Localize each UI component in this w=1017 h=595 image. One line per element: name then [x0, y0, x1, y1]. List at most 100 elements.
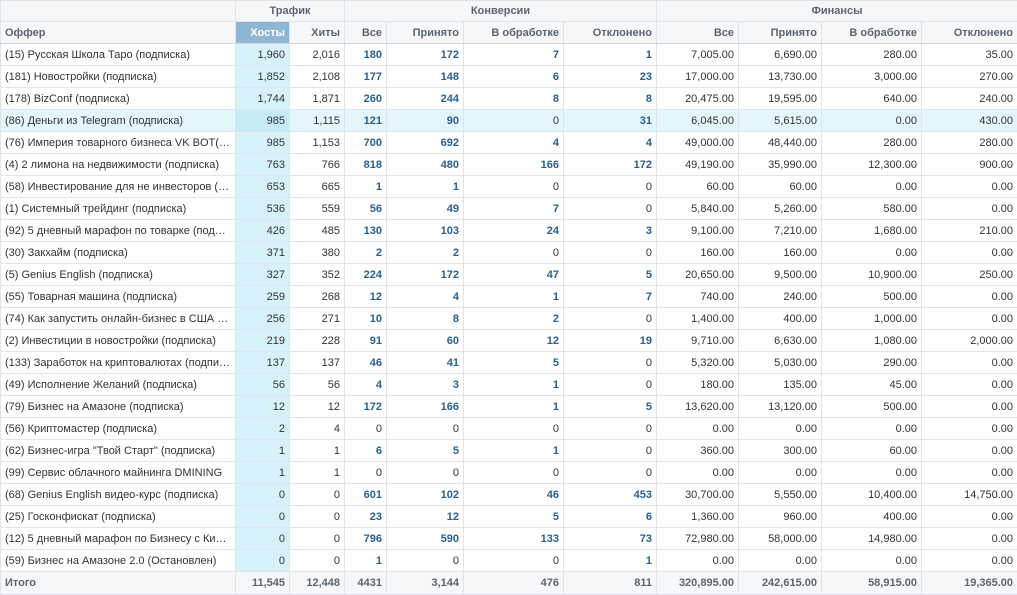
fin-all-cell: 9,710.00: [657, 330, 739, 352]
fin-pending-cell: 290.00: [822, 352, 922, 374]
table-row[interactable]: (99) Сервис облачного майнинга DMINING11…: [1, 462, 1017, 484]
conv-rejected-cell: 172: [564, 154, 657, 176]
conv-pending-cell: 133: [464, 528, 564, 550]
group-header-conversions: Конверсии: [345, 1, 657, 22]
fin-accepted-cell: 0.00: [739, 462, 822, 484]
hits-cell: 380: [290, 242, 345, 264]
table-row[interactable]: (68) Genius English видео-курс (подписка…: [1, 484, 1017, 506]
fin-accepted-cell: 60.00: [739, 176, 822, 198]
conv-accepted-cell: 3: [387, 374, 464, 396]
offer-cell: (92) 5 дневный марафон по товарке (подпи…: [1, 220, 236, 242]
table-row[interactable]: (58) Инвестирование для не инвесторов (п…: [1, 176, 1017, 198]
table-row[interactable]: (56) Криптомастер (подписка)2400000.000.…: [1, 418, 1017, 440]
conv-accepted-cell: 4: [387, 286, 464, 308]
table-row[interactable]: (62) Бизнес-игра "Твой Старт" (подписка)…: [1, 440, 1017, 462]
hosts-cell: 1: [236, 462, 290, 484]
conv-accepted-cell: 172: [387, 264, 464, 286]
conv-all-cell: 23: [345, 506, 387, 528]
table-row[interactable]: (25) Госконфискат (подписка)002312561,36…: [1, 506, 1017, 528]
hosts-cell: 985: [236, 110, 290, 132]
fin-rejected-cell: 0.00: [922, 550, 1017, 572]
conv-rejected-cell: 1: [564, 44, 657, 66]
fin-all-cell: 49,190.00: [657, 154, 739, 176]
hosts-cell: 0: [236, 528, 290, 550]
conv-accepted-cell: 148: [387, 66, 464, 88]
fin-rejected-cell: 0.00: [922, 418, 1017, 440]
conv-rejected-cell: 6: [564, 506, 657, 528]
column-header-fin-all[interactable]: Все: [657, 22, 739, 44]
totals-conv-accepted: 3,144: [387, 572, 464, 595]
column-header-conv-pending[interactable]: В обработке: [464, 22, 564, 44]
table-row[interactable]: (79) Бизнес на Амазоне (подписка)1212172…: [1, 396, 1017, 418]
offer-cell: (58) Инвестирование для не инвесторов (п…: [1, 176, 236, 198]
conv-accepted-cell: 0: [387, 462, 464, 484]
hosts-cell: 1,960: [236, 44, 290, 66]
column-header-hosts[interactable]: Хосты: [236, 22, 290, 44]
conv-all-cell: 6: [345, 440, 387, 462]
table-row[interactable]: (5) Genius English (подписка)32735222417…: [1, 264, 1017, 286]
fin-all-cell: 30,700.00: [657, 484, 739, 506]
table-row[interactable]: (74) Как запустить онлайн-бизнес в США (…: [1, 308, 1017, 330]
hits-cell: 2,108: [290, 66, 345, 88]
table-row[interactable]: (133) Заработок на криптовалютах (подпис…: [1, 352, 1017, 374]
fin-all-cell: 9,100.00: [657, 220, 739, 242]
table-row[interactable]: (30) Закхайм (подписка)3713802200160.001…: [1, 242, 1017, 264]
table-row[interactable]: (76) Империя товарного бизнеса VK BOT(по…: [1, 132, 1017, 154]
column-header-offer[interactable]: Оффер: [1, 22, 236, 44]
conv-accepted-cell: 5: [387, 440, 464, 462]
conv-all-cell: 818: [345, 154, 387, 176]
totals-hosts: 11,545: [236, 572, 290, 595]
conv-pending-cell: 4: [464, 132, 564, 154]
table-row[interactable]: (59) Бизнес на Амазоне 2.0 (Остановлен)0…: [1, 550, 1017, 572]
conv-rejected-cell: 0: [564, 418, 657, 440]
fin-accepted-cell: 9,500.00: [739, 264, 822, 286]
column-header-hits[interactable]: Хиты: [290, 22, 345, 44]
conv-accepted-cell: 103: [387, 220, 464, 242]
conv-rejected-cell: 0: [564, 176, 657, 198]
conv-all-cell: 700: [345, 132, 387, 154]
conv-rejected-cell: 23: [564, 66, 657, 88]
table-row[interactable]: (4) 2 лимона на недвижимости (подписка)7…: [1, 154, 1017, 176]
fin-pending-cell: 0.00: [822, 242, 922, 264]
table-row[interactable]: (2) Инвестиции в новостройки (подписка)2…: [1, 330, 1017, 352]
table-row[interactable]: (92) 5 дневный марафон по товарке (подпи…: [1, 220, 1017, 242]
table-row[interactable]: (12) 5 дневный марафон по Бизнесу с Кири…: [1, 528, 1017, 550]
fin-rejected-cell: 0.00: [922, 242, 1017, 264]
fin-accepted-cell: 5,030.00: [739, 352, 822, 374]
column-header-fin-pending[interactable]: В обработке: [822, 22, 922, 44]
fin-rejected-cell: 900.00: [922, 154, 1017, 176]
hosts-cell: 426: [236, 220, 290, 242]
offer-cell: (79) Бизнес на Амазоне (подписка): [1, 396, 236, 418]
conv-accepted-cell: 0: [387, 418, 464, 440]
column-header-fin-rejected[interactable]: Отклонено: [922, 22, 1017, 44]
conv-rejected-cell: 0: [564, 352, 657, 374]
conv-all-cell: 46: [345, 352, 387, 374]
hits-cell: 0: [290, 484, 345, 506]
column-header-conv-all[interactable]: Все: [345, 22, 387, 44]
column-header-fin-accepted[interactable]: Принято: [739, 22, 822, 44]
hits-cell: 0: [290, 528, 345, 550]
table-row[interactable]: (86) Деньги из Telegram (подписка)9851,1…: [1, 110, 1017, 132]
hosts-cell: 12: [236, 396, 290, 418]
conv-accepted-cell: 480: [387, 154, 464, 176]
fin-all-cell: 20,475.00: [657, 88, 739, 110]
offer-cell: (55) Товарная машина (подписка): [1, 286, 236, 308]
conv-pending-cell: 0: [464, 550, 564, 572]
table-row[interactable]: (181) Новостройки (подписка)1,8522,10817…: [1, 66, 1017, 88]
conv-accepted-cell: 60: [387, 330, 464, 352]
table-row[interactable]: (1) Системный трейдинг (подписка)5365595…: [1, 198, 1017, 220]
offer-cell: (30) Закхайм (подписка): [1, 242, 236, 264]
table-row[interactable]: (49) Исполнение Желаний (подписка)565643…: [1, 374, 1017, 396]
table-row[interactable]: (15) Русская Школа Таро (подписка)1,9602…: [1, 44, 1017, 66]
fin-pending-cell: 14,980.00: [822, 528, 922, 550]
table-row[interactable]: (55) Товарная машина (подписка)259268124…: [1, 286, 1017, 308]
conv-pending-cell: 166: [464, 154, 564, 176]
fin-pending-cell: 0.00: [822, 550, 922, 572]
table-row[interactable]: (178) BizConf (подписка)1,7441,871260244…: [1, 88, 1017, 110]
totals-fin-rejected: 19,365.00: [922, 572, 1017, 595]
column-header-conv-rejected[interactable]: Отклонено: [564, 22, 657, 44]
hosts-cell: 536: [236, 198, 290, 220]
offer-cell: (56) Криптомастер (подписка): [1, 418, 236, 440]
column-header-conv-accepted[interactable]: Принято: [387, 22, 464, 44]
fin-pending-cell: 10,400.00: [822, 484, 922, 506]
